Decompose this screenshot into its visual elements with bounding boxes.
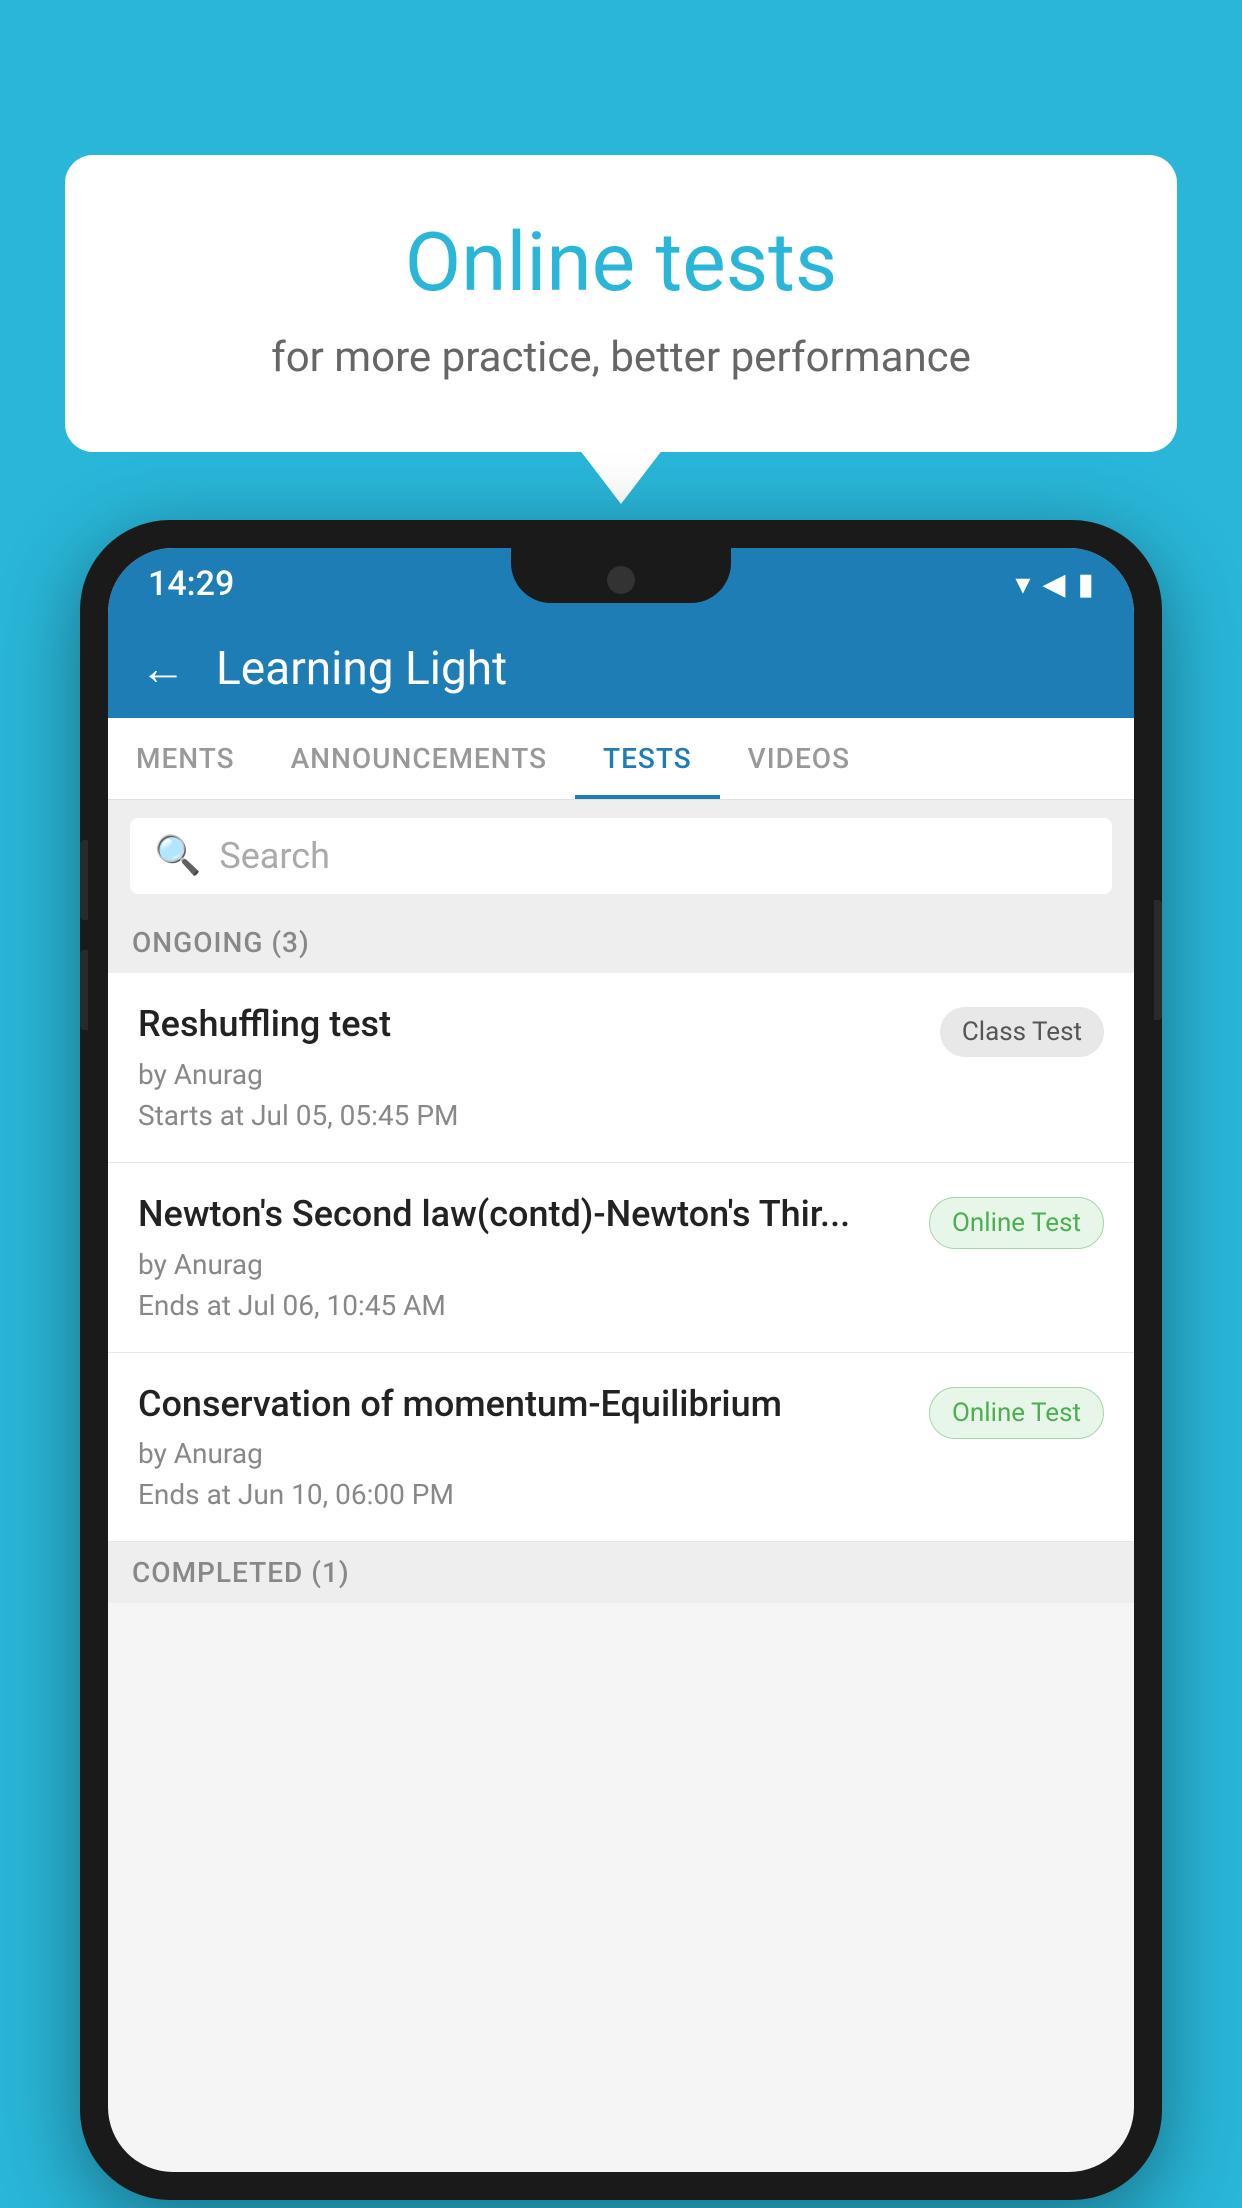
test-name: Reshuffling test: [138, 1001, 920, 1048]
tab-ments[interactable]: MENTS: [108, 718, 263, 799]
ongoing-section-label: ONGOING (3): [108, 912, 1134, 973]
test-name: Conservation of momentum-Equilibrium: [138, 1381, 909, 1428]
search-bar[interactable]: 🔍 Search: [130, 818, 1112, 894]
bubble-card: Online tests for more practice, better p…: [65, 155, 1177, 452]
phone-screen: 14:29 ▾ ◀ ▮ ← Learning Light MENTS ANNOU…: [108, 548, 1134, 2172]
completed-section-label: COMPLETED (1): [108, 1542, 1134, 1603]
test-author: by Anurag: [138, 1437, 909, 1470]
test-badge-online: Online Test: [929, 1197, 1104, 1249]
search-wrapper: 🔍 Search: [108, 800, 1134, 912]
status-icons: ▾ ◀ ▮: [1015, 567, 1094, 602]
search-input[interactable]: Search: [219, 835, 330, 877]
app-header: ← Learning Light: [108, 620, 1134, 718]
app-title: Learning Light: [216, 642, 507, 696]
test-list: Reshuffling test by Anurag Starts at Jul…: [108, 973, 1134, 1542]
tab-tests[interactable]: TESTS: [575, 718, 720, 799]
front-camera: [607, 566, 635, 594]
tabs-bar: MENTS ANNOUNCEMENTS TESTS VIDEOS: [108, 718, 1134, 800]
tab-videos[interactable]: VIDEOS: [720, 718, 878, 799]
test-author: by Anurag: [138, 1248, 909, 1281]
battery-icon: ▮: [1077, 567, 1094, 602]
test-item[interactable]: Conservation of momentum-Equilibrium by …: [108, 1353, 1134, 1543]
test-item[interactable]: Reshuffling test by Anurag Starts at Jul…: [108, 973, 1134, 1163]
bubble-title: Online tests: [145, 215, 1097, 311]
test-item-content: Conservation of momentum-Equilibrium by …: [138, 1381, 929, 1512]
test-name: Newton's Second law(contd)-Newton's Thir…: [138, 1191, 909, 1238]
test-badge-online: Online Test: [929, 1387, 1104, 1439]
test-item-content: Newton's Second law(contd)-Newton's Thir…: [138, 1191, 929, 1322]
test-item-content: Reshuffling test by Anurag Starts at Jul…: [138, 1001, 940, 1132]
phone-notch: [511, 548, 731, 603]
bubble-subtitle: for more practice, better performance: [145, 333, 1097, 382]
promo-bubble: Online tests for more practice, better p…: [65, 155, 1177, 452]
volume-down-button: [80, 950, 88, 1030]
volume-up-button: [80, 840, 88, 920]
phone-frame: 14:29 ▾ ◀ ▮ ← Learning Light MENTS ANNOU…: [80, 520, 1162, 2200]
status-time: 14:29: [148, 564, 234, 604]
test-time: Starts at Jul 05, 05:45 PM: [138, 1099, 920, 1132]
back-button[interactable]: ←: [140, 646, 186, 692]
signal-icon: ◀: [1042, 567, 1065, 602]
test-time: Ends at Jul 06, 10:45 AM: [138, 1289, 909, 1322]
tab-announcements[interactable]: ANNOUNCEMENTS: [263, 718, 575, 799]
test-time: Ends at Jun 10, 06:00 PM: [138, 1478, 909, 1511]
wifi-icon: ▾: [1015, 567, 1030, 602]
test-author: by Anurag: [138, 1058, 920, 1091]
test-item[interactable]: Newton's Second law(contd)-Newton's Thir…: [108, 1163, 1134, 1353]
search-icon: 🔍: [154, 834, 201, 878]
test-badge-class: Class Test: [940, 1007, 1104, 1057]
power-button: [1154, 900, 1162, 1020]
